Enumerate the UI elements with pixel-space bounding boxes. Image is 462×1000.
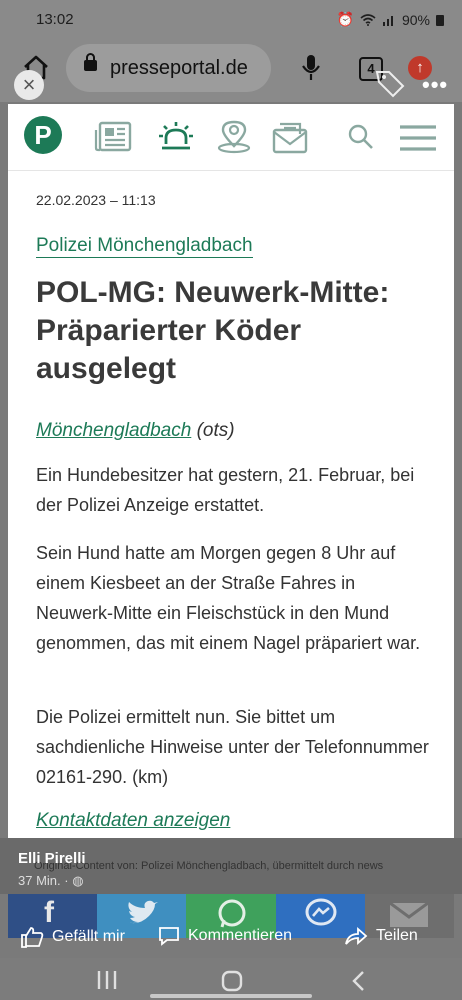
status-time: 13:02 <box>36 11 74 28</box>
microphone-icon[interactable] <box>301 54 321 82</box>
system-nav-bar <box>0 958 462 1000</box>
contact-details-link[interactable]: Kontaktdaten anzeigen <box>36 810 230 832</box>
article-paragraph: Ein Hundebesitzer hat gestern, 21. Febru… <box>36 465 415 515</box>
browser-toolbar: presseportal.de 4 ↑ ••• <box>0 40 462 102</box>
newspaper-icon[interactable] <box>94 120 134 154</box>
police-siren-icon[interactable] <box>156 120 196 154</box>
post-header: Original-Content von: Polizei Mönchengla… <box>0 838 462 894</box>
battery-level: 90% <box>401 11 430 28</box>
globe-icon: ◍ <box>72 873 84 888</box>
signal-icon <box>382 15 393 26</box>
comment-icon <box>159 927 179 946</box>
post-overlay: Original-Content von: Polizei Mönchengla… <box>0 838 462 1000</box>
status-bar: 13:02 ⏰ 90% <box>0 0 462 40</box>
thumbs-up-icon <box>21 927 44 948</box>
gesture-handle <box>150 994 312 998</box>
newsletter-icon[interactable] <box>270 120 310 154</box>
post-time: 37 Min. · ◍ <box>18 873 84 888</box>
lock-icon <box>84 53 97 71</box>
article-category-link[interactable]: Polizei Mönchengladbach <box>36 235 253 258</box>
post-actions: Gefällt mir Kommentieren Teilen <box>0 916 462 958</box>
url-text: presseportal.de <box>110 57 248 79</box>
article-paragraph: Die Polizei ermittelt nun. Sie bittet um… <box>36 707 429 787</box>
comment-button[interactable]: Kommentieren <box>158 926 292 946</box>
share-arrow-icon <box>345 927 368 945</box>
home-button-icon[interactable] <box>221 970 243 992</box>
like-button[interactable]: Gefällt mir <box>20 926 125 948</box>
site-header: P <box>8 104 454 171</box>
battery-icon <box>436 14 444 26</box>
search-icon[interactable] <box>348 124 374 150</box>
article-dateline: Mönchengladbach (ots) <box>36 420 235 442</box>
presseportal-logo[interactable]: P <box>24 116 62 154</box>
location-pin-icon[interactable] <box>214 120 254 154</box>
address-bar[interactable]: presseportal.de <box>66 44 271 92</box>
more-options-icon[interactable]: ••• <box>422 72 448 98</box>
post-author[interactable]: Elli Pirelli <box>18 850 86 867</box>
article-date: 22.02.2023 – 11:13 <box>36 192 156 208</box>
recent-apps-icon[interactable] <box>96 970 118 990</box>
status-icons: ⏰ 90% <box>337 11 444 28</box>
menu-icon[interactable] <box>400 124 436 152</box>
source-tag: (ots) <box>191 420 235 441</box>
back-icon[interactable] <box>350 970 366 992</box>
article-paragraph: Sein Hund hatte am Morgen gegen 8 Uhr au… <box>36 543 421 653</box>
tag-icon[interactable] <box>374 68 406 98</box>
web-page: P 22.02.2023 – 11:13 Polizei Mönchenglad… <box>8 104 454 840</box>
alarm-icon: ⏰ <box>336 11 354 27</box>
share-button[interactable]: Teilen <box>344 926 418 946</box>
article-headline: POL-MG: Neuwerk-Mitte: Präparierter Köde… <box>36 276 390 385</box>
original-content-note: Original-Content von: Polizei Mönchengla… <box>34 860 384 872</box>
place-link[interactable]: Mönchengladbach <box>36 420 191 441</box>
wifi-icon <box>360 13 376 26</box>
close-icon[interactable]: × <box>14 70 44 100</box>
